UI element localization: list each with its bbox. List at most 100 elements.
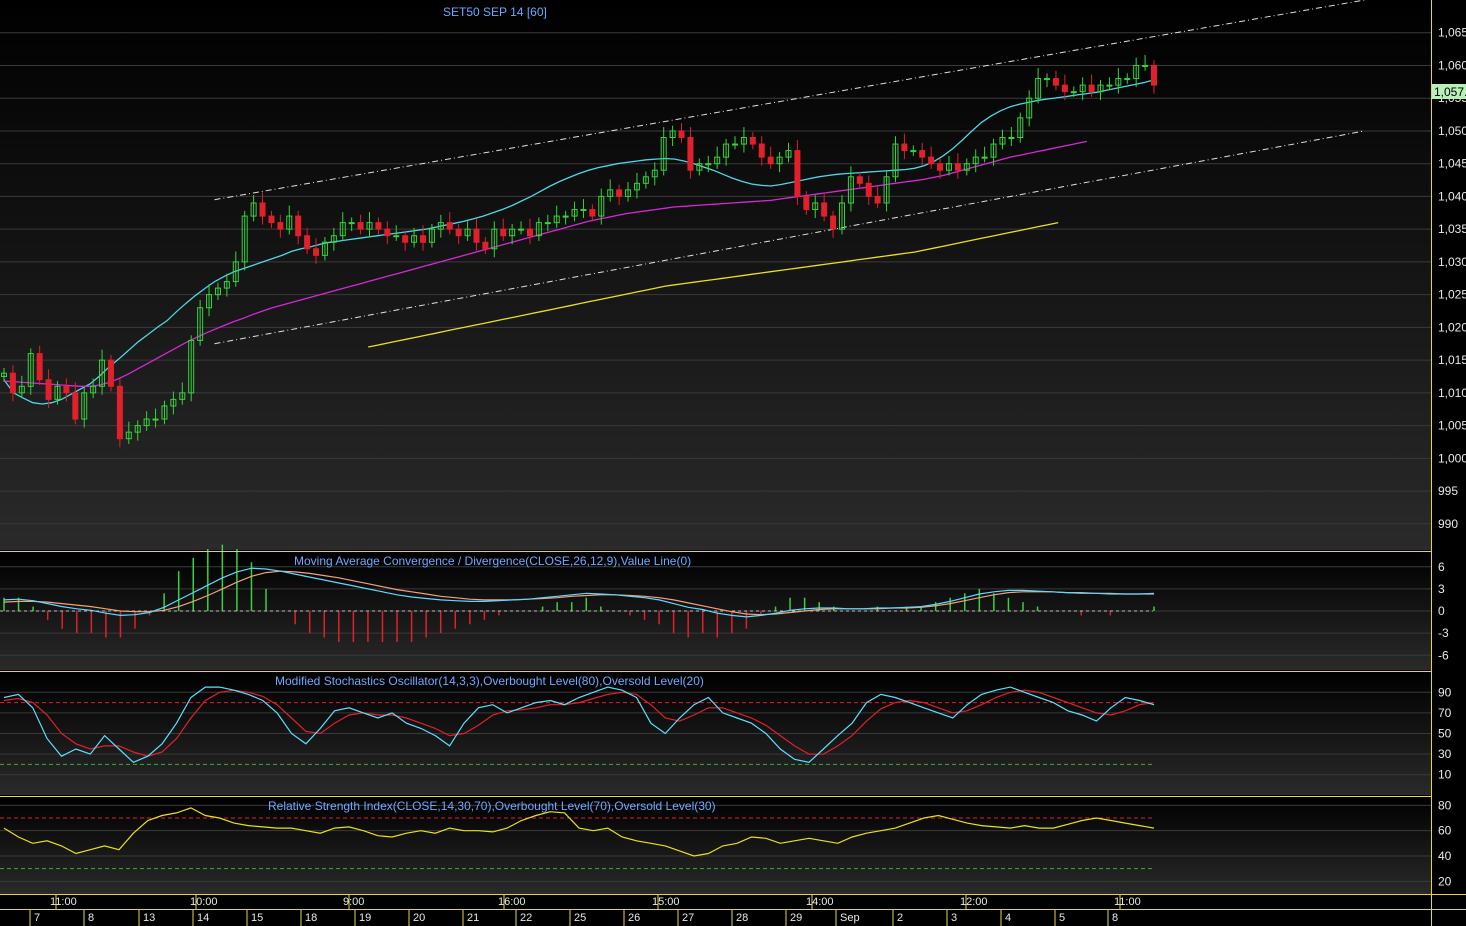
candle-body <box>526 228 533 237</box>
candle-body <box>767 156 774 165</box>
price-y-tick-label: 1,015 <box>1438 353 1466 367</box>
candle-body <box>1142 64 1149 67</box>
price-y-tick-label: 995 <box>1438 484 1458 498</box>
price-y-tick-label: 1,050 <box>1438 124 1466 138</box>
rsi-panel-title: Relative Strength Index(CLOSE,14,30,70),… <box>268 799 716 813</box>
price-y-tick-label: 1,025 <box>1438 288 1466 302</box>
candle-body <box>107 359 114 387</box>
rsi-y-tick-label: 80 <box>1438 798 1452 812</box>
candle-body <box>1124 78 1131 81</box>
macd-y-tick-label: -6 <box>1438 648 1449 662</box>
candle-body <box>357 222 364 230</box>
candle-body <box>901 143 908 152</box>
macd-y-tick-label: 6 <box>1438 560 1445 574</box>
time-axis-time-label: 12:00 <box>960 896 988 908</box>
candle-body <box>856 176 863 184</box>
candle-body <box>803 195 810 211</box>
candle-body <box>9 372 16 394</box>
candle-body <box>402 235 409 243</box>
date-axis-label: 21 <box>467 912 479 924</box>
date-axis-label: 13 <box>143 912 155 924</box>
chart-root: SET50 SEP 14 [60] Moving Average Converg… <box>0 0 1466 926</box>
macd-panel-title: Moving Average Convergence / Divergence(… <box>294 554 691 568</box>
candle-body <box>954 163 961 171</box>
candle-body <box>749 137 756 145</box>
date-axis-label: 28 <box>736 912 748 924</box>
date-axis-label: 14 <box>197 912 209 924</box>
candle-body <box>1044 78 1051 81</box>
price-y-tick-label: 1,045 <box>1438 157 1466 171</box>
date-axis-label: 4 <box>1005 912 1011 924</box>
candle-body <box>821 202 828 217</box>
stoch-y-tick-label: 10 <box>1438 768 1452 782</box>
price-y-tick-label: 1,005 <box>1438 419 1466 433</box>
date-axis-label: 25 <box>574 912 586 924</box>
candle-body <box>919 150 926 158</box>
price-y-tick-label: 1,030 <box>1438 255 1466 269</box>
macd-y-tick-label: -3 <box>1438 626 1449 640</box>
price-panel-bg <box>0 0 1432 550</box>
date-axis-label: 3 <box>951 912 957 924</box>
candle-body <box>732 143 739 146</box>
date-axis-label: 22 <box>520 912 532 924</box>
candle-body <box>455 228 462 237</box>
date-axis-label: 29 <box>790 912 802 924</box>
candle-body <box>500 228 507 237</box>
candle-body <box>865 182 872 197</box>
price-y-tick-label: 1,000 <box>1438 451 1466 465</box>
candle-body <box>419 235 426 243</box>
candle-body <box>348 222 355 225</box>
stoch-y-tick-label: 50 <box>1438 727 1452 741</box>
candle-body <box>705 163 712 166</box>
last-price-label: 1,057. <box>1434 85 1466 99</box>
price-y-tick-label: 990 <box>1438 517 1458 531</box>
candle-body <box>304 235 311 250</box>
candle-body <box>482 241 489 250</box>
time-axis-time-label: 10:00 <box>190 896 218 908</box>
date-axis-label: 19 <box>359 912 371 924</box>
candle-body <box>446 222 453 230</box>
date-axis-label: 15 <box>251 912 263 924</box>
stoch-y-tick-label: 30 <box>1438 747 1452 761</box>
candle-body <box>295 215 302 237</box>
candle-body <box>616 189 623 197</box>
candle-body <box>1151 64 1157 86</box>
price-y-tick-label: 1,040 <box>1438 189 1466 203</box>
time-axis-time-label: 14:00 <box>806 896 834 908</box>
candle-body <box>1088 84 1095 93</box>
candle-body <box>473 228 480 243</box>
candle-body <box>589 209 596 217</box>
rsi-y-tick-label: 60 <box>1438 824 1452 838</box>
candle-body <box>313 248 320 256</box>
price-y-tick-label: 1,020 <box>1438 320 1466 334</box>
candle-body <box>1052 78 1059 86</box>
rsi-panel-bg <box>0 797 1432 894</box>
date-axis-label: 8 <box>88 912 94 924</box>
rsi-y-tick-label: 40 <box>1438 849 1452 863</box>
time-axis-time-label: 11:00 <box>50 896 77 908</box>
date-axis-label: 26 <box>628 912 640 924</box>
candle-body <box>1008 137 1015 139</box>
date-axis-label: 7 <box>34 912 40 924</box>
candle-body <box>1106 84 1113 87</box>
candle-body <box>259 202 266 217</box>
candle-body <box>277 222 284 230</box>
candle-body <box>678 130 685 138</box>
candle-body <box>562 215 569 218</box>
candle-body <box>794 150 801 197</box>
date-axis-label: Sep <box>840 912 860 924</box>
price-y-tick-label: 1,010 <box>1438 386 1466 400</box>
time-axis-time-label: 15:00 <box>652 896 680 908</box>
stoch-y-tick-label: 90 <box>1438 685 1452 699</box>
time-axis-time-label: 16:00 <box>498 896 526 908</box>
candle-body <box>874 195 881 204</box>
stoch-y-tick-label: 70 <box>1438 706 1452 720</box>
chart-canvas[interactable]: SET50 SEP 14 [60] Moving Average Converg… <box>0 0 1466 926</box>
candle-body <box>152 418 159 421</box>
candle-body <box>36 353 43 381</box>
price-panel-title: SET50 SEP 14 [60] <box>443 5 547 19</box>
candle-body <box>910 150 917 153</box>
candle-body <box>758 143 765 158</box>
macd-y-tick-label: 3 <box>1438 582 1445 596</box>
candle-body <box>45 379 52 400</box>
